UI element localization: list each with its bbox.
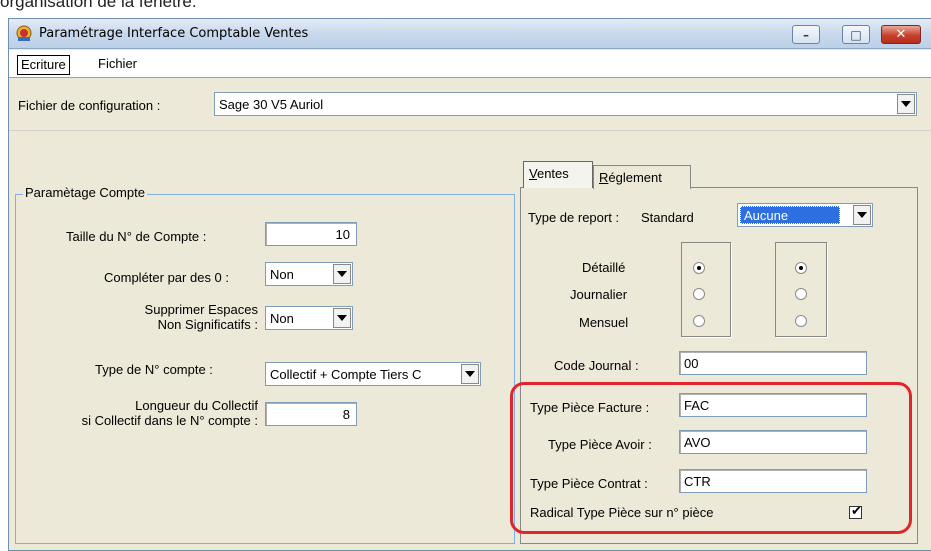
chevron-down-icon[interactable] — [853, 205, 871, 225]
menu-bar: Ecriture Fichier — [9, 50, 931, 78]
page-caption: organisation de la fenêtre. — [0, 0, 197, 11]
remove-spaces-label-1: Supprimer Espaces — [144, 302, 258, 317]
code-journal-label: Code Journal : — [554, 358, 639, 373]
collectif-length-field[interactable]: 8 — [265, 402, 357, 426]
report-type-label: Type de report : — [528, 210, 620, 225]
avoir-label: Type Pièce Avoir : — [548, 437, 652, 452]
journalier-label: Journalier — [570, 287, 628, 302]
radical-checkbox[interactable]: ✔ — [849, 504, 862, 519]
radio-group-1 — [681, 242, 731, 337]
report-type-value: Standard — [641, 210, 694, 225]
radio-1-detail[interactable] — [693, 262, 705, 274]
config-select[interactable]: Sage 30 V5 Auriol — [214, 92, 917, 116]
menu-fichier[interactable]: Fichier — [95, 55, 140, 75]
config-label: Fichier de configuration : — [18, 98, 161, 113]
account-type-select[interactable]: Collectif + Compte Tiers C — [265, 362, 481, 386]
report-select[interactable]: Aucune — [737, 203, 873, 227]
facture-label: Type Pièce Facture : — [530, 400, 650, 415]
collectif-length-label-2: si Collectif dans le N° compte : — [81, 413, 258, 428]
config-row: Fichier de configuration : Sage 30 V5 Au… — [9, 78, 931, 131]
chevron-down-icon[interactable] — [333, 264, 351, 284]
config-window: Paramétrage Interface Comptable Ventes –… — [8, 18, 931, 551]
report-select-value: Aucune — [740, 206, 840, 224]
radio-1-journalier[interactable] — [693, 288, 705, 300]
maximize-icon: □ — [850, 27, 862, 42]
account-type-label: Type de N° compte : — [95, 362, 213, 377]
radio-1-mensuel[interactable] — [693, 315, 705, 327]
code-journal-field[interactable]: 00 — [679, 351, 867, 375]
contrat-field[interactable]: CTR — [679, 469, 867, 493]
collectif-length-label-1: Longueur du Collectif — [135, 398, 258, 413]
mensuel-label: Mensuel — [579, 315, 629, 330]
menu-ecriture[interactable]: Ecriture — [17, 55, 70, 75]
chevron-down-icon[interactable] — [333, 308, 351, 328]
account-group-title: Paramètage Compte — [23, 185, 147, 200]
minimize-button[interactable]: – — [792, 25, 820, 44]
radio-2-detail[interactable] — [795, 262, 807, 274]
account-size-field[interactable]: 10 — [265, 222, 357, 246]
radical-label: Radical Type Pièce sur n° pièce — [530, 505, 714, 520]
remove-spaces-label-2: Non Significatifs : — [157, 317, 258, 332]
detail-label: Détaillé — [582, 260, 626, 275]
contrat-label: Type Pièce Contrat : — [530, 476, 648, 491]
window-title: Paramétrage Interface Comptable Ventes — [39, 26, 309, 41]
close-icon: ✕ — [895, 27, 907, 42]
chevron-down-icon[interactable] — [897, 94, 915, 114]
maximize-button[interactable]: □ — [842, 25, 870, 44]
minimize-icon: – — [803, 27, 809, 42]
avoir-field[interactable]: AVO — [679, 430, 867, 454]
close-button[interactable]: ✕ — [881, 25, 921, 44]
account-size-label: Taille du N° de Compte : — [66, 229, 207, 244]
remove-spaces-select[interactable]: Non — [265, 306, 353, 330]
tab-ventes[interactable]: Ventes — [523, 161, 593, 188]
radio-2-journalier[interactable] — [795, 288, 807, 300]
radio-2-mensuel[interactable] — [795, 315, 807, 327]
checkmark-icon: ✔ — [851, 504, 862, 519]
pad-zero-label: Compléter par des 0 : — [104, 270, 230, 285]
app-icon — [16, 25, 32, 41]
facture-field[interactable]: FAC — [679, 393, 867, 417]
pad-zero-select[interactable]: Non — [265, 262, 353, 286]
title-bar[interactable]: Paramétrage Interface Comptable Ventes –… — [9, 19, 931, 49]
chevron-down-icon[interactable] — [461, 364, 479, 384]
config-select-value: Sage 30 V5 Auriol — [219, 97, 324, 112]
tab-reglement[interactable]: Réglement — [593, 165, 691, 189]
